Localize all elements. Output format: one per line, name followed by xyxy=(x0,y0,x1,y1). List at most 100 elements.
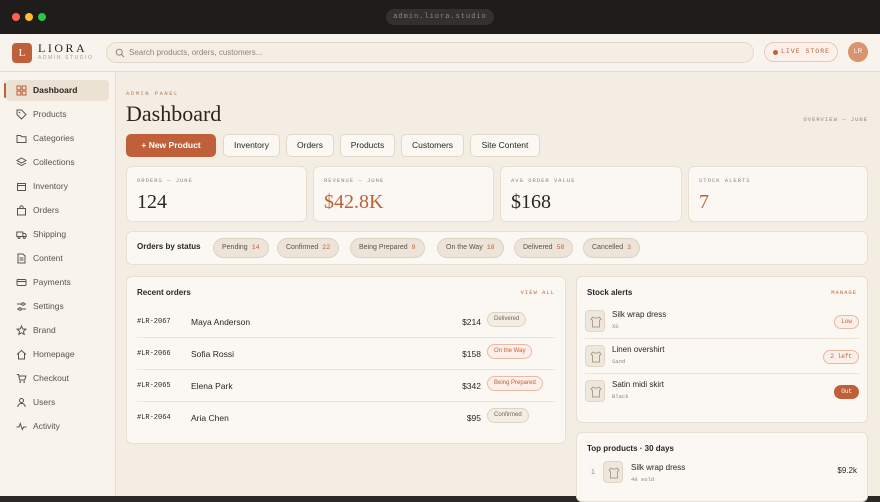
chip-label: Cancelled xyxy=(592,244,624,251)
bag-icon xyxy=(17,205,26,216)
customer-name: Maya Anderson xyxy=(191,317,251,327)
shirt-icon xyxy=(590,316,602,328)
sidebar-item-users[interactable]: Users xyxy=(6,392,109,413)
product-name: Linen overshirt xyxy=(612,345,665,354)
truck-icon xyxy=(16,231,27,239)
product-name: Silk wrap dress xyxy=(612,310,667,319)
brand-logo[interactable]: L xyxy=(12,43,32,63)
table-row[interactable]: #LR-2065 Elena Park $342 Being Prepared xyxy=(137,370,555,402)
order-amount: $158 xyxy=(462,349,481,359)
sidebar-item-label: Payments xyxy=(33,277,71,287)
stock-badge: Out xyxy=(834,385,859,399)
customer-name: Sofia Rossi xyxy=(191,349,234,359)
sidebar-item-activity[interactable]: Activity xyxy=(6,416,109,437)
zoom-window-button[interactable] xyxy=(38,13,46,21)
new-product-button[interactable]: + New Product xyxy=(126,134,216,157)
sidebar-item-products[interactable]: Products xyxy=(6,104,109,125)
sidebar-item-label: Homepage xyxy=(33,349,75,359)
status-chip-confirmed[interactable]: Confirmed 22 xyxy=(277,238,340,258)
shirt-icon xyxy=(590,351,602,363)
status-chip-cancelled[interactable]: Cancelled 3 xyxy=(583,238,641,258)
avatar[interactable]: LR xyxy=(848,42,868,62)
close-window-button[interactable] xyxy=(12,13,20,21)
order-amount: $342 xyxy=(462,381,481,391)
sidebar-item-label: Activity xyxy=(33,421,60,431)
sidebar-item-payments[interactable]: Payments xyxy=(6,272,109,293)
sidebar-item-label: Products xyxy=(33,109,67,119)
live-store-label: LIVE STORE xyxy=(781,48,831,55)
quick-link-customers[interactable]: Customers xyxy=(401,134,464,157)
table-row[interactable]: #LR-2066 Sofia Rossi $158 On the Way xyxy=(137,338,555,370)
minimize-window-button[interactable] xyxy=(25,13,33,21)
kpi-label: STOCK ALERTS xyxy=(699,177,751,184)
quick-link-products[interactable]: Products xyxy=(340,134,395,157)
live-store-button[interactable]: LIVE STORE xyxy=(764,42,838,62)
top-bar: L LIORA ADMIN STUDIO LIVE STORE LR xyxy=(0,34,880,72)
manage-link[interactable]: MANAGE xyxy=(831,289,857,296)
sidebar-item-inventory[interactable]: Inventory xyxy=(6,176,109,197)
search-bar[interactable] xyxy=(106,42,754,63)
product-sold: 48 sold xyxy=(631,476,655,483)
chip-count: 58 xyxy=(556,244,565,251)
list-item[interactable]: Silk wrap dress XS Low xyxy=(585,305,859,339)
shirt-icon xyxy=(590,386,602,398)
kpi-value: $42.8K xyxy=(324,191,384,213)
status-chip-on-the-way[interactable]: On the Way 18 xyxy=(437,238,504,258)
sidebar-item-settings[interactable]: Settings xyxy=(6,296,109,317)
chip-label: Being Prepared xyxy=(359,244,408,251)
sidebar-item-collections[interactable]: Collections xyxy=(6,152,109,173)
kpi-label: ORDERS — JUNE xyxy=(137,177,193,184)
chip-count: 3 xyxy=(627,244,632,251)
sliders-icon xyxy=(17,302,26,311)
box-icon xyxy=(17,183,26,191)
chip-count: 18 xyxy=(486,244,495,251)
search-input[interactable] xyxy=(129,43,729,62)
sidebar-item-homepage[interactable]: Homepage xyxy=(6,344,109,365)
product-thumbnail xyxy=(585,345,605,367)
status-chip-delivered[interactable]: Delivered 58 xyxy=(514,238,574,258)
kpi-label: REVENUE — JUNE xyxy=(324,177,385,184)
product-name[interactable]: Silk wrap dress xyxy=(631,463,685,472)
address-bar[interactable]: admin.liora.studio xyxy=(386,9,494,25)
brand-subtitle: ADMIN STUDIO xyxy=(38,55,94,61)
search-icon xyxy=(115,48,125,58)
order-id: #LR-2065 xyxy=(137,382,171,390)
sidebar-item-checkout[interactable]: Checkout xyxy=(6,368,109,389)
list-item[interactable]: Satin midi skirt Black Out xyxy=(585,375,859,409)
list-item[interactable]: Linen overshirt Sand 2 left xyxy=(585,340,859,374)
sidebar-item-label: Content xyxy=(33,253,63,263)
status-chip-pending[interactable]: Pending 14 xyxy=(213,238,269,258)
grid-icon xyxy=(16,85,27,96)
product-name: Satin midi skirt xyxy=(612,380,665,389)
stock-badge: Low xyxy=(834,315,859,329)
kpi-label: AVG ORDER VALUE xyxy=(511,177,576,184)
status-chip-being-prepared[interactable]: Being Prepared 9 xyxy=(350,238,425,258)
sidebar-item-shipping[interactable]: Shipping xyxy=(6,224,109,245)
quick-link-orders[interactable]: Orders xyxy=(286,134,334,157)
view-all-link[interactable]: VIEW ALL xyxy=(521,289,555,296)
home-icon xyxy=(16,349,27,360)
chip-label: On the Way xyxy=(446,244,483,251)
shirt-icon xyxy=(608,467,620,479)
quick-link-inventory[interactable]: Inventory xyxy=(223,134,280,157)
recent-orders-card: Recent orders VIEW ALL #LR-2067 Maya And… xyxy=(126,276,566,444)
table-row[interactable]: #LR-2064 Aria Chen $95 Confirmed xyxy=(137,402,555,434)
quick-link-site-content[interactable]: Site Content xyxy=(470,134,540,157)
kpi-card-revenue: REVENUE — JUNE $42.8K xyxy=(313,166,494,222)
chip-label: Delivered xyxy=(523,244,553,251)
sidebar-item-categories[interactable]: Categories xyxy=(6,128,109,149)
sidebar-item-brand[interactable]: Brand xyxy=(6,320,109,341)
sidebar-item-dashboard[interactable]: Dashboard xyxy=(4,80,109,101)
sidebar-item-orders[interactable]: Orders xyxy=(6,200,109,221)
product-variant: Sand xyxy=(612,358,626,365)
table-row[interactable]: #LR-2067 Maya Anderson $214 Delivered xyxy=(137,306,555,338)
stock-alerts-card: Stock alerts MANAGE Silk wrap dress XS L… xyxy=(576,276,868,423)
top-products-title: Top products · 30 days xyxy=(587,444,674,453)
layers-icon xyxy=(16,157,27,167)
stock-badge: 2 left xyxy=(823,350,859,364)
chip-label: Confirmed xyxy=(286,244,319,251)
customer-name: Elena Park xyxy=(191,381,233,391)
orders-by-status-card: Orders by status Pending 14 Confirmed 22 B… xyxy=(126,231,868,265)
sidebar-item-content[interactable]: Content xyxy=(6,248,109,269)
order-amount: $95 xyxy=(466,413,481,423)
